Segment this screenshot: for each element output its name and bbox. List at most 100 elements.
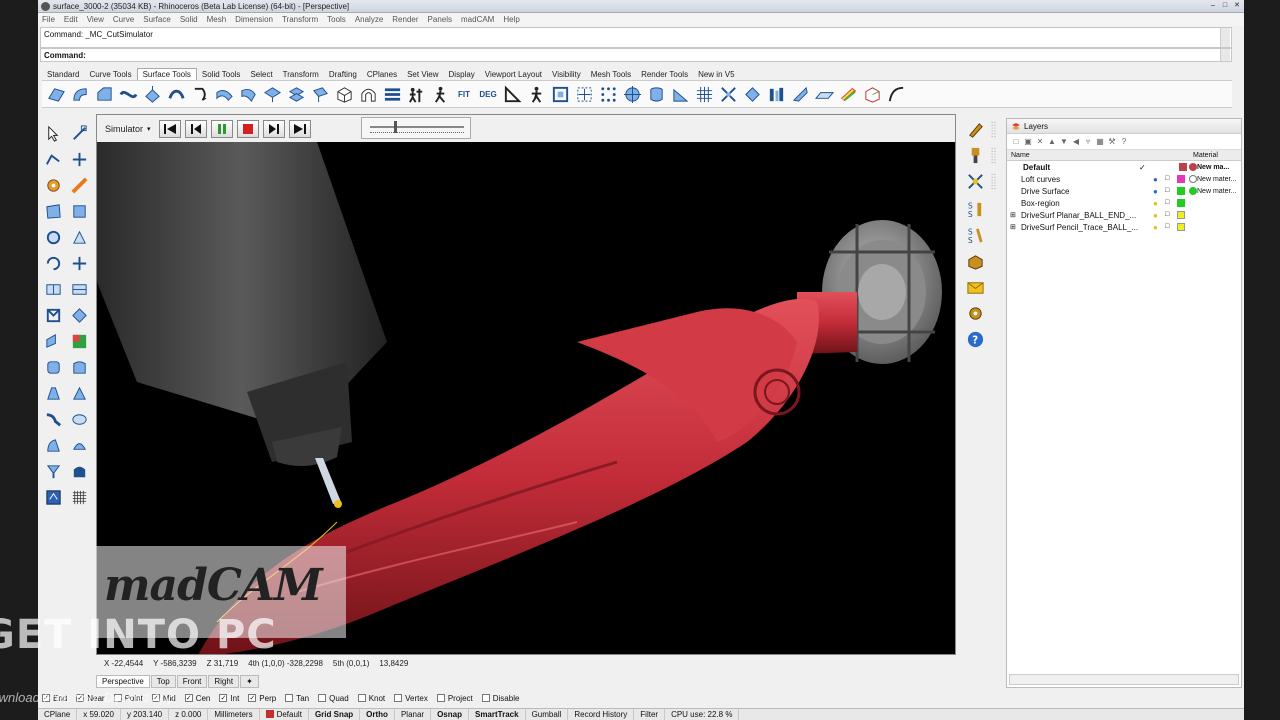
cylinder-left-icon[interactable] <box>40 354 66 380</box>
osnap-knot[interactable]: Knot <box>357 694 385 703</box>
layer-row-default[interactable]: Default ✓ New ma... <box>1007 161 1241 173</box>
merge-surface-icon[interactable] <box>260 82 284 106</box>
tab-surface-tools[interactable]: Surface Tools <box>136 68 197 80</box>
filter-toggle[interactable]: Filter <box>634 708 666 720</box>
connect-surface-icon[interactable] <box>308 82 332 106</box>
grid-pattern-icon[interactable] <box>66 484 92 510</box>
new-sublayer-icon[interactable]: ▣ <box>1023 137 1033 147</box>
simulation-speed-slider[interactable] <box>361 117 471 139</box>
osnap-cen-checkbox[interactable]: ✓ <box>184 694 193 702</box>
tab-standard[interactable]: Standard <box>42 69 84 80</box>
menu-transform[interactable]: Transform <box>282 15 318 24</box>
osnap-quad[interactable]: Quad <box>318 694 349 703</box>
stack-icon[interactable] <box>380 82 404 106</box>
expand-icon[interactable]: ⊞ <box>1010 211 1016 219</box>
column-name[interactable]: Name <box>1007 152 1137 159</box>
osnap-quad-checkbox[interactable] <box>318 694 327 702</box>
layer-row-loft-curves[interactable]: Loft curves ● □ New mater... <box>1007 173 1241 185</box>
move-down-icon[interactable]: ▼ <box>1059 137 1069 147</box>
fit-button[interactable]: FIT <box>452 82 476 106</box>
stop-button[interactable] <box>236 119 259 138</box>
command-scrollbar[interactable] <box>1220 28 1230 47</box>
osnap-perp-checkbox[interactable]: ✓ <box>248 694 257 702</box>
lock-icon[interactable]: □ <box>1165 211 1173 219</box>
cylinder-right-icon[interactable] <box>66 354 92 380</box>
menu-analyze[interactable]: Analyze <box>355 15 383 24</box>
layer-row-box-region[interactable]: Box-region ● □ <box>1007 197 1241 209</box>
polyline-icon[interactable] <box>40 146 66 172</box>
lock-icon[interactable]: □ <box>1165 187 1173 195</box>
menu-dimension[interactable]: Dimension <box>235 15 273 24</box>
ss-drill-icon[interactable]: SS <box>964 198 986 220</box>
visible-bulb-icon[interactable]: ● <box>1153 187 1161 196</box>
circle-icon[interactable] <box>40 224 66 250</box>
new-layer-icon[interactable]: □ <box>1011 137 1021 147</box>
layer-color-swatch[interactable] <box>1177 223 1185 231</box>
delete-layer-icon[interactable]: ✕ <box>1035 137 1045 147</box>
rebuild-surface-icon[interactable] <box>284 82 308 106</box>
osnap-vertex[interactable]: Vertex <box>394 694 428 703</box>
wedge-icon[interactable] <box>668 82 692 106</box>
color-map-icon[interactable] <box>66 328 92 354</box>
fillet-surface-icon[interactable] <box>68 82 92 106</box>
step-back-button[interactable] <box>184 119 207 138</box>
layer-color-swatch[interactable] <box>1179 163 1187 171</box>
match-surface-icon[interactable] <box>236 82 260 106</box>
blend-surface-icon[interactable] <box>116 82 140 106</box>
curve-tool-icon[interactable] <box>884 82 908 106</box>
osnap-cen[interactable]: ✓ Cen <box>184 694 210 703</box>
tab-render-tools[interactable]: Render Tools <box>636 69 693 80</box>
menu-tools[interactable]: Tools <box>327 15 346 24</box>
tab-curve-tools[interactable]: Curve Tools <box>84 69 136 80</box>
plane-icon[interactable] <box>812 82 836 106</box>
layers-horizontal-scrollbar[interactable] <box>1009 674 1239 685</box>
person-tree-icon[interactable] <box>404 82 428 106</box>
tab-top[interactable]: Top <box>150 674 176 688</box>
forward-end-button[interactable] <box>288 119 311 138</box>
expand-icon[interactable]: ⊞ <box>1010 223 1016 231</box>
smarttrack-toggle[interactable]: SmartTrack <box>469 708 526 720</box>
layers-help-icon[interactable]: ? <box>1119 137 1129 147</box>
menu-mesh[interactable]: Mesh <box>207 15 227 24</box>
gear-tools-icon[interactable] <box>40 172 66 198</box>
tab-new-in-v5[interactable]: New in V5 <box>693 69 739 80</box>
sweep-icon[interactable] <box>40 406 66 432</box>
box-icon[interactable] <box>332 82 356 106</box>
osnap-toggle[interactable]: Osnap <box>431 708 469 720</box>
menu-madcam[interactable]: madCAM <box>461 15 494 24</box>
loft-icon[interactable] <box>40 432 66 458</box>
layer-color-swatch[interactable] <box>1177 175 1185 183</box>
shapes-icon[interactable] <box>66 224 92 250</box>
command-line-scrollbar[interactable] <box>1220 49 1230 61</box>
point-icon[interactable] <box>66 120 92 146</box>
menu-file[interactable]: File <box>42 15 55 24</box>
person-walk-icon[interactable] <box>428 82 452 106</box>
move-up-icon[interactable]: ▲ <box>1047 137 1057 147</box>
status-units[interactable]: Millimeters <box>208 708 260 720</box>
osnap-disable[interactable]: Disable <box>481 694 519 703</box>
move-icon[interactable] <box>66 250 92 276</box>
osnap-disable-checkbox[interactable] <box>481 694 490 702</box>
tab-mesh-tools[interactable]: Mesh Tools <box>586 69 636 80</box>
ortho-toggle[interactable]: Ortho <box>360 708 395 720</box>
chamfer-surface-icon[interactable] <box>92 82 116 106</box>
osnap-project[interactable]: Project <box>436 694 473 703</box>
diagonal-surface-icon[interactable] <box>788 82 812 106</box>
slider-thumb[interactable] <box>393 121 397 133</box>
zebra-icon[interactable] <box>836 82 860 106</box>
select-arrow-icon[interactable] <box>40 120 66 146</box>
move-parent-icon[interactable]: ◀ <box>1071 137 1081 147</box>
tab-solid-tools[interactable]: Solid Tools <box>197 69 246 80</box>
tab-drafting[interactable]: Drafting <box>324 69 362 80</box>
tab-front[interactable]: Front <box>176 674 208 688</box>
sphere-icon[interactable] <box>620 82 644 106</box>
stock-box-icon[interactable] <box>964 250 986 272</box>
material-swatch[interactable] <box>1189 175 1197 183</box>
column-material[interactable]: Material <box>1193 152 1218 159</box>
menu-render[interactable]: Render <box>392 15 418 24</box>
cube-red-icon[interactable] <box>860 82 884 106</box>
cage-icon[interactable] <box>40 302 66 328</box>
tab-right[interactable]: Right <box>208 674 240 688</box>
deg-button[interactable]: DEG <box>476 82 500 106</box>
array-polar-icon[interactable] <box>66 276 92 302</box>
